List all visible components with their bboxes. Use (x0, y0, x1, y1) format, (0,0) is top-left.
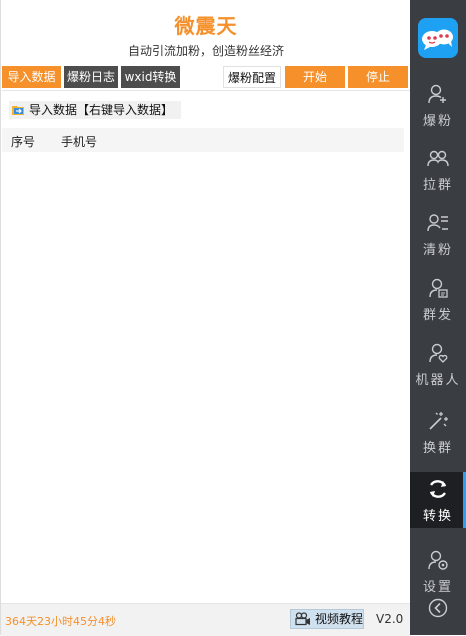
refresh-icon (429, 480, 447, 498)
start-button[interactable]: 开始 (285, 66, 345, 88)
sidebar-item-add-fans[interactable]: 爆粉 (410, 77, 466, 133)
sidebar-item-label: 转换 (422, 509, 453, 524)
magic-wand-icon (429, 412, 448, 430)
app-subtitle: 自动引流加粉，创造粉丝经济 (127, 44, 284, 58)
import-data-label: 导入数据【右键导入数据】 (29, 103, 174, 117)
sidebar: 爆粉 拉群 清粉 群发 机器人 换群 转换 设置 (410, 0, 466, 635)
table-header: 序号 手机号 (2, 128, 404, 152)
remaining-time: 364天23小时45分4秒 (5, 615, 116, 628)
user-heart-icon (429, 343, 448, 363)
column-index: 序号 (11, 135, 36, 149)
group-icon (427, 150, 449, 167)
tab-import-data[interactable]: 导入数据 (2, 66, 61, 88)
app-window: 微震天 自动引流加粉，创造粉丝经济 导入数据 爆粉日志 wxid转换 爆粉配置 … (0, 0, 466, 636)
header: 微震天 自动引流加粉，创造粉丝经济 (1, 0, 411, 64)
app-logo (418, 18, 458, 58)
sidebar-item-label: 换群 (422, 441, 453, 456)
video-tutorial-label: 视频教程 (315, 612, 364, 626)
tab-config[interactable]: 爆粉配置 (223, 66, 281, 88)
import-icon (12, 106, 24, 115)
user-list-icon (427, 214, 448, 232)
video-camera-icon (295, 612, 310, 626)
sidebar-item-label: 爆粉 (422, 114, 453, 129)
collapse-back-icon[interactable] (428, 598, 448, 618)
status-bar: 364天23小时45分4秒 视频教程 V2.0 (1, 603, 411, 636)
column-phone: 手机号 (61, 135, 98, 149)
stop-button[interactable]: 停止 (348, 66, 408, 88)
sidebar-item-label: 拉群 (422, 178, 453, 193)
sidebar-item-label: 设置 (422, 580, 453, 595)
sidebar-item-change-group[interactable]: 换群 (410, 404, 466, 460)
sidebar-item-settings[interactable]: 设置 (410, 543, 466, 599)
tab-log[interactable]: 爆粉日志 (64, 66, 118, 88)
sidebar-item-label: 清粉 (422, 243, 453, 258)
user-message-icon (429, 278, 448, 298)
main-panel: 微震天 自动引流加粉，创造粉丝经济 导入数据 爆粉日志 wxid转换 爆粉配置 … (0, 0, 411, 636)
tab-bar: 导入数据 爆粉日志 wxid转换 爆粉配置 开始 停止 (1, 66, 411, 88)
sidebar-item-label: 群发 (422, 308, 453, 323)
sidebar-item-pull-group[interactable]: 拉群 (410, 141, 466, 197)
sidebar-item-broadcast[interactable]: 群发 (410, 271, 466, 327)
app-title: 微震天 (174, 14, 238, 38)
chat-bubbles-logo-icon (422, 29, 453, 50)
user-add-icon (428, 84, 446, 104)
sidebar-item-convert[interactable]: 转换 (410, 472, 466, 528)
data-table[interactable]: 导入数据【右键导入数据】 序号 手机号 (2, 90, 410, 603)
sidebar-item-label: 机器人 (415, 373, 461, 388)
user-settings-icon (428, 550, 448, 570)
sidebar-item-robot[interactable]: 机器人 (410, 336, 466, 392)
tab-wxid-convert[interactable]: wxid转换 (121, 66, 180, 88)
video-tutorial-button[interactable]: 视频教程 (290, 609, 364, 629)
sidebar-item-clear-fans[interactable]: 清粉 (410, 206, 466, 262)
version-label: V2.0 (376, 612, 404, 626)
import-data-bar[interactable]: 导入数据【右键导入数据】 (9, 101, 182, 119)
